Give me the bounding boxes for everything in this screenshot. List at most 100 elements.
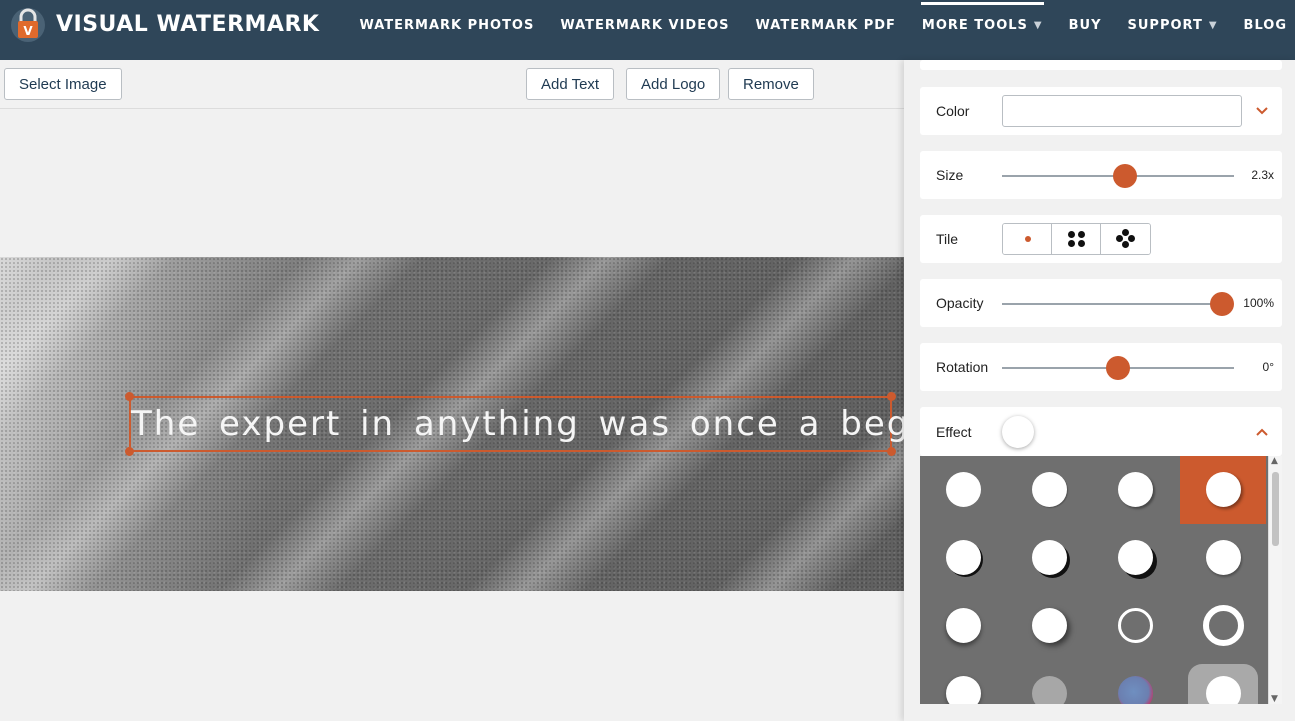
effect-preview [1032,472,1067,507]
effect-option-offset-shadow[interactable] [1006,524,1092,592]
watermark-text-selection[interactable]: The expert in anything was once a beginn… [125,392,904,456]
effect-option-long-shadow[interactable] [1092,524,1178,592]
effect-option-thin-outline[interactable] [1092,592,1178,660]
nav-blog[interactable]: BLOG [1244,0,1287,50]
effect-option-color-split[interactable] [1092,660,1178,704]
tile-grid-button[interactable] [1052,224,1101,254]
nav-more-tools[interactable]: MORE TOOLS ▼ [920,0,1044,50]
effect-option-faint-shadow[interactable] [1180,524,1266,592]
size-label: Size [936,167,964,183]
effects-scrollbar[interactable]: ▲ ▼ [1268,456,1282,704]
nav-label: MORE TOOLS [921,17,1028,33]
effect-label: Effect [936,423,972,440]
scroll-up-icon[interactable]: ▲ [1271,456,1278,466]
top-navigation-bar: V VISUAL WATERMARK WATERMARK PHOTOS WATE… [0,0,1295,60]
effect-option-plain[interactable] [920,456,1006,524]
remove-button[interactable]: Remove [728,68,814,100]
editor-toolbar: Select Image Add Text Add Logo Remove [0,60,904,109]
svg-text:V: V [23,24,33,38]
opacity-slider[interactable] [1002,292,1234,316]
effect-preview [1206,472,1241,507]
effect-option-rounded-bg[interactable] [1188,664,1258,704]
effect-preview [946,472,981,507]
caret-down-icon: ▼ [1033,19,1043,31]
effect-option-bottom-glow[interactable] [920,660,1006,704]
effect-preview [946,540,981,575]
effect-preview [1032,608,1067,643]
watermark-text[interactable]: The expert in anything was once a beginn… [131,404,904,444]
effect-option-blur-shadow[interactable] [1006,592,1092,660]
tile-single-button[interactable] [1003,224,1052,254]
opacity-value: 100% [1243,296,1274,310]
photo-canvas[interactable]: The expert in anything was once a beginn… [0,257,904,591]
chevron-up-icon[interactable] [1256,424,1268,440]
nav-label: BUY [1068,17,1102,33]
nav-watermark-videos[interactable]: WATERMARK VIDEOS [560,0,729,50]
effect-preview [1203,605,1244,646]
effect-preview [1118,608,1153,643]
color-field[interactable] [1002,95,1242,127]
nav-watermark-photos[interactable]: WATERMARK PHOTOS [359,0,534,50]
caret-down-icon: ▼ [1208,19,1218,31]
previous-card-edge [920,60,1282,70]
effect-preview [1206,676,1241,704]
resize-handle-top-left[interactable] [125,392,134,401]
brand-logo[interactable]: V VISUAL WATERMARK [10,5,319,43]
rotation-row: Rotation 0° [920,343,1282,391]
nav-label: WATERMARK PDF [755,17,896,33]
opacity-label: Opacity [936,295,984,311]
opacity-slider-knob[interactable] [1210,292,1234,316]
effect-option-gray[interactable] [1006,660,1092,704]
effect-preview [946,608,981,643]
opacity-row: Opacity 100% [920,279,1282,327]
effects-grid [920,456,1268,704]
tile-options [1002,223,1151,255]
effect-option-thick-outline[interactable] [1180,592,1266,660]
effect-preview [1118,472,1153,507]
effect-row: Effect [920,407,1282,456]
size-row: Size 2.3x [920,151,1282,199]
effect-preview [1118,540,1153,575]
resize-handle-bottom-right[interactable] [887,447,896,456]
settings-panel: Color Size 2.3x Tile Opacity 100% Rotati… [904,60,1295,721]
add-logo-button[interactable]: Add Logo [626,68,721,100]
tile-row: Tile [920,215,1282,263]
effect-option-hard-shadow[interactable] [920,524,1006,592]
nav-buy[interactable]: BUY [1069,0,1102,50]
rotation-label: Rotation [936,359,989,375]
nav-label: SUPPORT [1127,17,1203,33]
tile-cross-button[interactable] [1101,224,1150,254]
brand-name: VISUAL WATERMARK [56,11,320,37]
size-slider-knob[interactable] [1112,164,1137,188]
rotation-value: 0° [1262,360,1274,374]
nav-label: WATERMARK PHOTOS [359,17,535,33]
effect-option-selected[interactable] [1180,456,1266,524]
nav-label: BLOG [1243,17,1287,33]
effect-preview [1032,676,1067,704]
effect-option-soft[interactable] [1006,456,1092,524]
effect-option-glow[interactable] [920,592,1006,660]
select-image-button[interactable]: Select Image [4,68,122,100]
scroll-down-icon[interactable]: ▼ [1271,694,1278,704]
add-text-button[interactable]: Add Text [526,68,615,100]
nav-label: WATERMARK VIDEOS [560,17,730,33]
nav-support[interactable]: SUPPORT ▼ [1128,0,1218,50]
rotation-slider[interactable] [1002,356,1234,380]
single-dot-icon [1025,236,1031,242]
effect-preview [1118,676,1153,704]
chevron-down-icon[interactable] [1256,103,1268,119]
size-value: 2.3x [1251,168,1274,182]
size-slider[interactable] [1002,164,1234,188]
nav-watermark-pdf[interactable]: WATERMARK PDF [756,0,896,50]
effect-preview [1032,540,1067,575]
effect-option-light-shadow[interactable] [1092,456,1178,524]
color-row: Color [920,87,1282,135]
resize-handle-top-right[interactable] [887,392,896,401]
rotation-slider-knob[interactable] [1106,356,1130,380]
effect-preview [946,676,981,704]
resize-handle-bottom-left[interactable] [125,447,134,456]
effect-toggle[interactable] [1002,415,1034,448]
tile-label: Tile [936,231,959,247]
scrollbar-thumb[interactable] [1272,472,1279,546]
main-nav: WATERMARK PHOTOS WATERMARK VIDEOS WATERM… [346,0,1295,50]
